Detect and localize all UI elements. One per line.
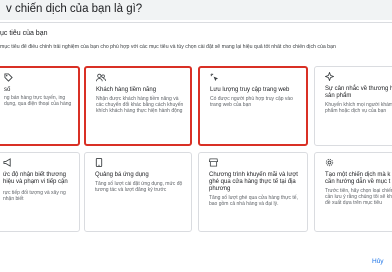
goals-panel xyxy=(0,22,392,272)
goal-card-description: Tăng số lượt ghé qua cửa hàng thực tế, b… xyxy=(209,195,298,207)
goal-card-brand-awareness[interactable]: ức độ nhận biết thương hiệu và phạm vi t… xyxy=(0,152,80,232)
goal-card-description: Có được người phù hợp truy cập vào trang… xyxy=(210,96,293,108)
goal-card-title: Quảng bá ứng dụng xyxy=(95,172,149,178)
gear-icon xyxy=(325,158,334,167)
goal-card-sales[interactable]: số ng bán hàng trực tuyến, ing dụng, qua… xyxy=(0,66,80,146)
section-title: ục tiêu của bạn xyxy=(0,30,48,37)
phone-icon xyxy=(95,158,104,167)
goal-card-website-traffic[interactable]: Lưu lượng truy cập trang web Có được ngư… xyxy=(198,66,308,146)
tag-icon xyxy=(4,73,13,82)
page-title: v chiến dịch của bạn là gì? xyxy=(6,3,143,15)
goal-card-local-store-visits[interactable]: Chương trình khuyến mãi và lượt ghé qua … xyxy=(198,152,308,232)
goal-card-title: Chương trình khuyến mãi và lượt ghé qua … xyxy=(209,172,298,193)
goal-card-title: Tạo một chiến dịch mà k cần hướng dẫn về… xyxy=(325,172,391,186)
goal-card-description: Khuyến khích mọi người khám s phẩm hoặc … xyxy=(325,102,392,114)
goal-card-no-goal[interactable]: Tạo một chiến dịch mà k cần hướng dẫn về… xyxy=(314,152,392,232)
goal-card-description: Tăng số lượt cài đặt ứng dụng, mức độ tư… xyxy=(95,181,183,193)
goal-card-description: rực tiếp đối tượng và xây ng nhận biết xyxy=(3,190,66,202)
goal-selection-screen: v chiến dịch của bạn là gì? ục tiêu của … xyxy=(0,0,392,272)
goal-card-title: Sự cân nhắc về thương hi sản phẩm xyxy=(325,86,392,100)
goal-card-title: Lưu lượng truy cập trang web xyxy=(210,87,290,93)
goal-card-description: Nhận được khách hàng tiềm năng và các ch… xyxy=(96,96,184,114)
goal-card-title: số xyxy=(4,87,11,93)
goal-card-title: ức độ nhận biết thương hiệu và phạm vi t… xyxy=(3,172,68,186)
cursor-sparkle-icon xyxy=(210,73,219,82)
section-description: mục tiêu để điều chỉnh trải nghiệm của b… xyxy=(0,44,336,50)
sparkle-icon xyxy=(325,72,334,81)
people-icon xyxy=(96,73,106,82)
store-icon xyxy=(209,158,218,167)
megaphone-icon xyxy=(3,158,12,167)
cancel-button[interactable]: Hủy xyxy=(372,258,384,265)
goal-card-description: Trước tiên, hãy chọn loại chiến cần lưu … xyxy=(325,188,392,206)
goal-card-description: ng bán hàng trực tuyến, ing dụng, qua đi… xyxy=(4,95,72,107)
goal-card-title: Khách hàng tiềm năng xyxy=(96,87,157,93)
top-header-strip: v chiến dịch của bạn là gì? xyxy=(0,0,392,20)
goal-card-leads[interactable]: Khách hàng tiềm năng Nhận được khách hàn… xyxy=(84,66,192,146)
goal-card-consideration[interactable]: Sự cân nhắc về thương hi sản phẩm Khuyến… xyxy=(314,66,392,146)
goal-card-app-promotion[interactable]: Quảng bá ứng dụng Tăng số lượt cài đặt ứ… xyxy=(84,152,192,232)
